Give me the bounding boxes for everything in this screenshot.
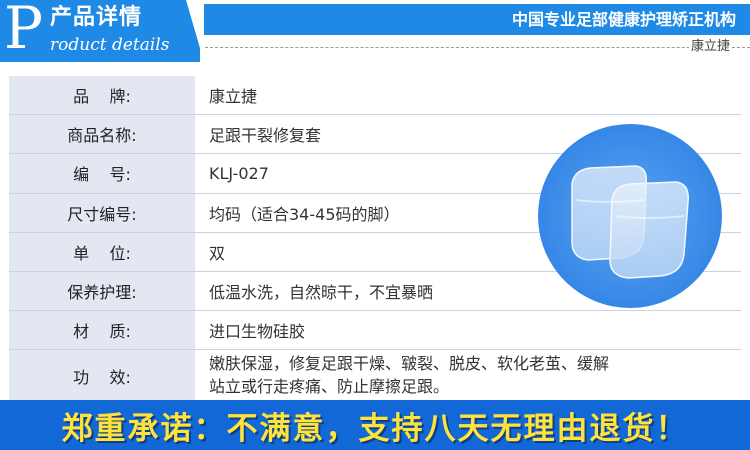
spec-value: 双: [209, 243, 226, 263]
spec-value: 均码（适合34-45码的脚）: [209, 204, 400, 224]
header-brand: 康立捷: [688, 38, 732, 56]
spec-label: 尺寸编号:: [9, 193, 198, 232]
spec-label: 材 质:: [9, 311, 198, 350]
spec-label: 商品名称:: [9, 115, 198, 154]
spec-value: 嫩肤保湿，修复足跟干燥、皲裂、脱皮、软化老茧、缓解站立或行走疼痛、防止摩擦足跟。: [209, 354, 610, 397]
heel-sleeve-right: [609, 181, 689, 279]
page-header: P 产品详情 roduct details 中国专业足部健康护理矫正机构 康立捷: [0, 0, 750, 62]
spec-label: 编 号:: [9, 154, 198, 193]
spec-value: 康立捷: [209, 87, 258, 107]
header-title-en: roduct details: [50, 35, 170, 55]
spec-label: 品 牌:: [9, 76, 198, 115]
spec-value: 足跟干裂修复套: [209, 126, 322, 146]
spec-value: KLJ-027: [209, 163, 269, 183]
header-diagonal-cut: [186, 0, 204, 62]
spec-value: 进口生物硅胶: [209, 322, 306, 342]
spec-row: 材 质: 进口生物硅胶: [9, 311, 741, 351]
guarantee-text: 郑重承诺：不满意，支持八天无理由退货！: [61, 410, 689, 447]
spec-row: 品 牌: 康立捷: [9, 76, 741, 116]
guarantee-banner: 郑重承诺：不满意，支持八天无理由退货！: [0, 400, 750, 450]
spec-label: 保养护理:: [9, 271, 198, 311]
header-slogan: 中国专业足部健康护理矫正机构: [511, 10, 736, 29]
header-title-block: P 产品详情 roduct details: [0, 0, 200, 62]
header-slogan-bar: 中国专业足部健康护理矫正机构: [204, 4, 750, 35]
spec-value: 低温水洗，自然晾干，不宜暴晒: [209, 283, 434, 303]
spec-row: 功 效: 嫩肤保湿，修复足跟干燥、皲裂、脱皮、软化老茧、缓解站立或行走疼痛、防止…: [9, 350, 741, 403]
spec-label: 功 效:: [9, 350, 198, 403]
header-divider: [205, 47, 750, 48]
product-image: [538, 124, 722, 308]
spec-label: 单 位:: [9, 232, 198, 271]
header-title-cn: 产品详情: [50, 5, 143, 30]
header-letter: P: [4, 0, 44, 62]
